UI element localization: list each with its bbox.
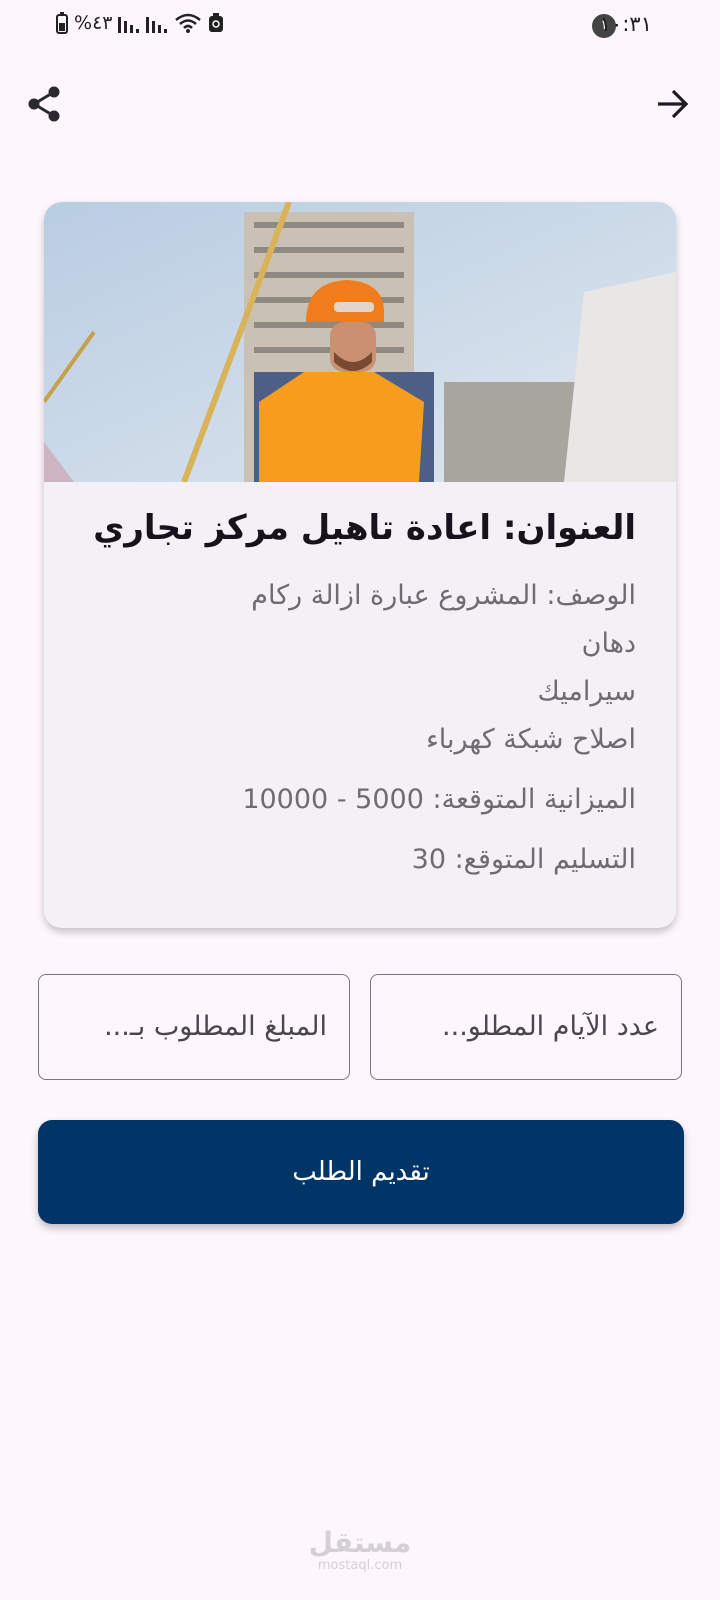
project-details: العنوان: اعادة تاهيل مركز تجاري الوصف: ا… [84, 502, 636, 884]
top-app-bar [0, 76, 720, 132]
signal-icon-2 [146, 17, 168, 33]
battery-percent: %٤٣ [74, 12, 113, 34]
submit-request-button[interactable]: تقديم الطلب [38, 1120, 684, 1224]
project-title: العنوان: اعادة تاهيل مركز تجاري [93, 508, 636, 548]
status-icons: %٤٣ [56, 12, 224, 34]
share-icon [28, 86, 60, 122]
days-input[interactable]: عدد الآيام المطلو... [370, 974, 682, 1080]
project-delivery: التسليم المتوقع: 30 [411, 844, 636, 875]
watermark-logo: مستقل [308, 1526, 412, 1559]
status-bar: %٤٣ ١ ١٠:٣١ [0, 0, 720, 52]
project-card[interactable]: العنوان: اعادة تاهيل مركز تجاري الوصف: ا… [44, 202, 676, 928]
wifi-icon [175, 13, 202, 33]
share-button[interactable] [20, 80, 68, 128]
amount-input[interactable]: المبلغ المطلوب بـ... [38, 974, 350, 1080]
signal-icon [118, 17, 140, 33]
battery-icon [56, 12, 68, 34]
clock: ١٠:٣١ [599, 12, 652, 36]
project-description: الوصف: المشروع عبارة ازالة ركام دهان سير… [251, 580, 636, 755]
project-budget: الميزانية المتوقعة: 5000 - 10000 [242, 784, 636, 815]
watermark: مستقل mostaql.com [0, 1528, 720, 1574]
back-button[interactable] [648, 80, 696, 128]
recycle-status-icon [209, 13, 224, 32]
project-image [44, 202, 676, 482]
arrow-forward-icon [658, 89, 689, 119]
watermark-url: mostaql.com [317, 1558, 403, 1573]
